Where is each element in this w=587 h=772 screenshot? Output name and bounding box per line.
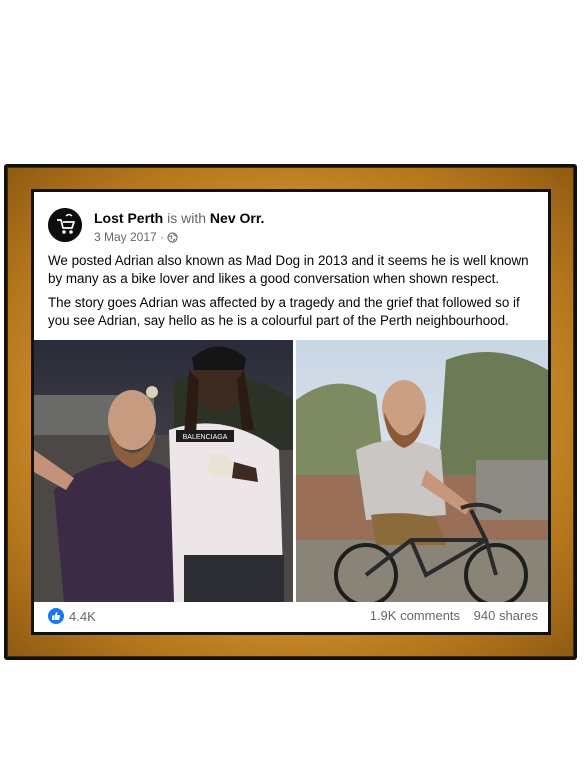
reaction-count: 4.4K	[69, 608, 96, 624]
with-text: is with	[167, 210, 207, 226]
shares-count-link[interactable]: 940 shares	[474, 608, 538, 623]
post-footer: 4.4K 1.9K comments 940 shares	[48, 606, 538, 628]
gold-picture-frame: Lost Perth is with Nev Orr. 3 May 2017 ·…	[4, 164, 577, 660]
post-text: We posted Adrian also known as Mad Dog i…	[48, 252, 544, 336]
reactions-summary[interactable]: 4.4K	[48, 608, 96, 624]
comments-count-link[interactable]: 1.9K comments	[370, 608, 460, 623]
engagement-stats: 1.9K comments 940 shares	[370, 608, 538, 623]
poster-line: Lost Perth is with Nev Orr.	[94, 210, 264, 226]
like-icon	[48, 608, 64, 624]
lost-perth-logo-icon	[48, 208, 82, 242]
post-date-link[interactable]: 3 May 2017 ·	[94, 230, 164, 244]
shirt-print-text: BALENCIAGA	[183, 434, 228, 441]
photo-man-on-bicycle	[296, 340, 548, 602]
tagged-person-link[interactable]: Nev Orr.	[210, 210, 264, 226]
page-avatar[interactable]	[48, 208, 82, 242]
photo-left[interactable]: BALENCIAGA	[34, 340, 293, 602]
photo-right[interactable]	[296, 340, 548, 602]
post-paragraph-2: The story goes Adrian was affected by a …	[48, 295, 520, 328]
globe-icon	[167, 231, 178, 243]
post-photos: BALENCIAGA	[34, 340, 548, 602]
post-meta: 3 May 2017 ·	[94, 230, 178, 244]
facebook-post-card: Lost Perth is with Nev Orr. 3 May 2017 ·…	[31, 189, 551, 635]
post-paragraph-1: We posted Adrian also known as Mad Dog i…	[48, 253, 529, 286]
photo-two-men-night: BALENCIAGA	[34, 340, 293, 602]
page-name-link[interactable]: Lost Perth	[94, 210, 163, 226]
